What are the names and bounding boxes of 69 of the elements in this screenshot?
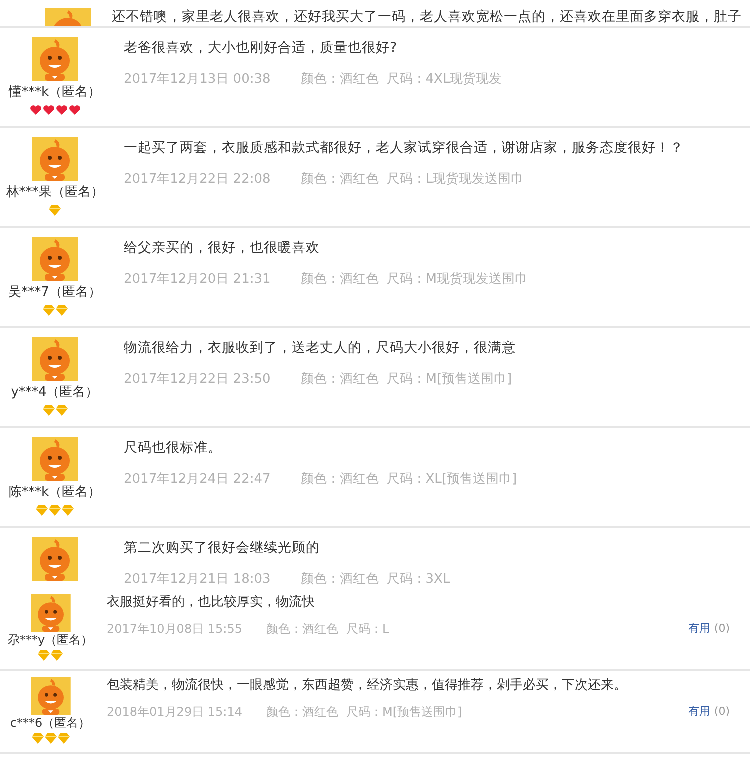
avatar bbox=[32, 137, 78, 181]
heart-icon bbox=[68, 105, 80, 115]
user-name: 懂***k（匿名） bbox=[8, 84, 102, 102]
color-option: 颜色：酒红色 bbox=[300, 170, 379, 190]
size-option: 尺码：M[预售送围巾] bbox=[346, 703, 462, 721]
diamond-icon bbox=[42, 405, 54, 416]
avatar bbox=[32, 337, 78, 381]
heart-icon bbox=[30, 105, 42, 115]
avatar bbox=[32, 237, 78, 281]
color-option: 颜色：酒红色 bbox=[300, 470, 379, 490]
color-option: 颜色：酒红色 bbox=[300, 70, 379, 90]
diamond-icon bbox=[32, 733, 44, 744]
review-text: 还不错噢，家里老人很喜欢，还好我买大了一码，老人喜欢宽松一点的，还喜欢在里面多穿衣服，肚子 bbox=[112, 8, 742, 26]
diamond-icon bbox=[42, 305, 54, 316]
diamond-icon bbox=[56, 305, 68, 316]
useful-link[interactable]: 有用 bbox=[688, 620, 710, 638]
avatar bbox=[32, 37, 78, 81]
avatar bbox=[32, 537, 78, 581]
color-option: 颜色：酒红色 bbox=[266, 620, 338, 638]
avatar bbox=[30, 677, 70, 715]
size-option: 尺码：4XL现货现发 bbox=[386, 70, 502, 90]
review-text: 衣服挺好看的，也比较厚实，物流快 bbox=[107, 594, 316, 612]
size-option: 尺码：XL[预售送围巾] bbox=[386, 470, 518, 490]
user-name: 尕***y（匿名） bbox=[8, 632, 94, 648]
user-name: 吴***7（匿名） bbox=[8, 284, 102, 302]
review-text: 尺码也很标准。 bbox=[124, 439, 223, 458]
diamond-icon bbox=[58, 733, 70, 744]
size-option: 尺码：M现货现发送围巾 bbox=[386, 270, 528, 290]
diamond-icon bbox=[56, 405, 68, 416]
color-option: 颜色：酒红色 bbox=[266, 703, 338, 721]
user-name: c***6（匿名） bbox=[10, 715, 91, 731]
diamond-icon bbox=[51, 650, 63, 661]
review-text: 包装精美，物流很快，一眼感觉，东西超赞，经济实惠，值得推荐，剁手必买，下次还来。 bbox=[107, 677, 628, 695]
review-date: 2018年01月29日 15:14 bbox=[107, 704, 242, 721]
size-option: 尺码：L bbox=[346, 620, 390, 638]
diamond-icon bbox=[49, 205, 61, 216]
useful-count: (0) bbox=[714, 704, 730, 720]
color-option: 颜色：酒红色 bbox=[300, 270, 379, 290]
diamond-icon bbox=[36, 505, 48, 516]
diamond-icon bbox=[44, 733, 56, 744]
color-option: 颜色：酒红色 bbox=[300, 370, 379, 390]
review-text: 给父亲买的，很好，也很暖喜欢 bbox=[124, 239, 321, 258]
review-date: 2017年12月13日 00:38 bbox=[124, 71, 271, 89]
size-option: 尺码：M[预售送围巾] bbox=[386, 370, 512, 390]
review-text: 老爸很喜欢，大小也刚好合适，质量也很好? bbox=[124, 39, 398, 58]
review-text: 物流很给力，衣服收到了，送老丈人的，尺码大小很好，很满意 bbox=[124, 339, 516, 358]
diamond-icon bbox=[62, 505, 74, 516]
review-date: 2017年12月22日 22:08 bbox=[124, 171, 271, 189]
size-option: 尺码：3XL bbox=[386, 570, 450, 588]
review-text: 一起买了两套，衣服质感和款式都很好，老人家试穿很合适，谢谢店家，服务态度很好！？ bbox=[124, 139, 684, 158]
review-date: 2017年12月24日 22:47 bbox=[124, 471, 271, 489]
review-date: 2017年12月22日 23:50 bbox=[124, 371, 271, 389]
review-text: 第二次购买了很好会继续光顾的 bbox=[124, 539, 321, 558]
heart-icon bbox=[42, 105, 54, 115]
size-option: 尺码：L现货现发送围巾 bbox=[386, 170, 524, 190]
avatar bbox=[32, 437, 78, 481]
useful-link[interactable]: 有用 bbox=[688, 704, 710, 720]
diamond-icon bbox=[49, 505, 61, 516]
user-name: 陈***k（匿名） bbox=[8, 484, 102, 502]
diamond-icon bbox=[38, 650, 50, 661]
review-date: 2017年12月21日 18:03 bbox=[124, 571, 271, 588]
heart-icon bbox=[56, 105, 68, 115]
avatar bbox=[30, 594, 70, 632]
useful-count: (0) bbox=[714, 620, 730, 637]
review-date: 2017年10月08日 15:55 bbox=[107, 621, 242, 638]
user-name: y***4（匿名） bbox=[11, 384, 99, 402]
color-option: 颜色：酒红色 bbox=[300, 570, 379, 588]
review-date: 2017年12月20日 21:31 bbox=[124, 271, 271, 289]
user-name: 林***果（匿名） bbox=[6, 184, 104, 202]
